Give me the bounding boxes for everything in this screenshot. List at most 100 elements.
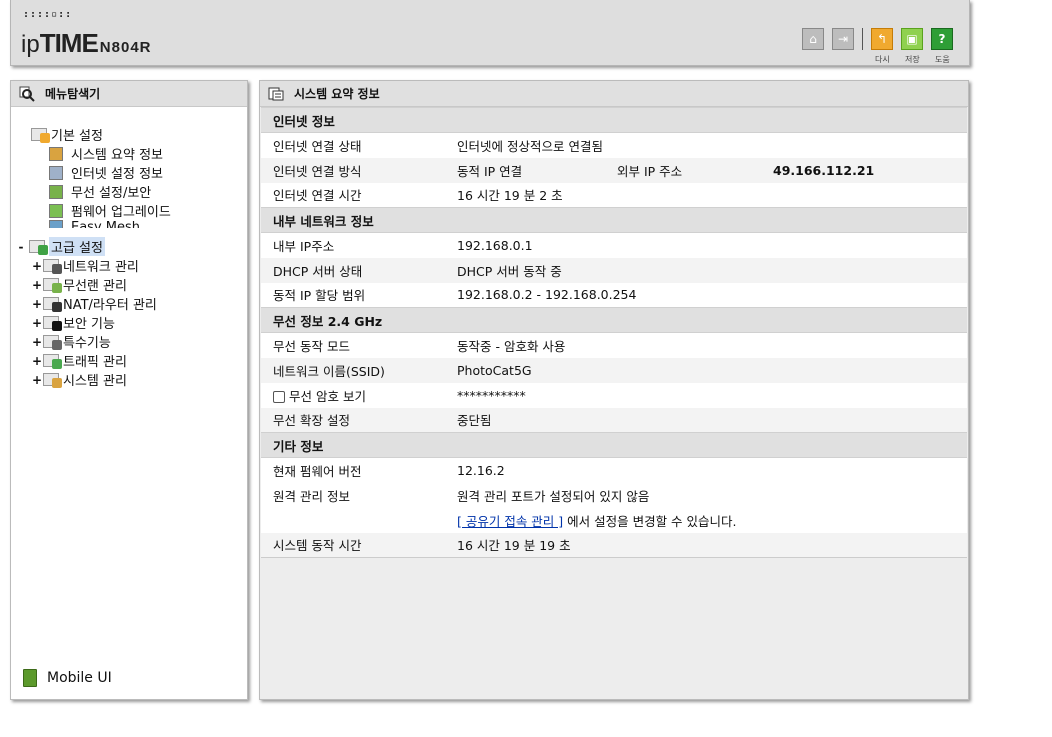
expand-toggle[interactable]: + bbox=[31, 278, 43, 292]
sidebar-item-label: 네트워크 관리 bbox=[63, 260, 139, 275]
section-internet: 인터넷 정보 bbox=[261, 107, 967, 133]
sidebar-item-system[interactable]: + 시스템 관리 bbox=[11, 370, 247, 390]
sidebar-title: 메뉴탐색기 bbox=[45, 87, 101, 101]
sidebar-item-firmware-upgrade[interactable]: 펌웨어 업그레이드 bbox=[11, 201, 247, 220]
top-header: ::::▫:: ipTIME N804R ⌂ ⇥ ↰ 다시 ▣ 저장 ? 도움 bbox=[10, 0, 970, 66]
brand-logo: ipTIME N804R bbox=[21, 28, 152, 59]
save-label: 저장 bbox=[905, 55, 920, 64]
row-value: 중단됨 bbox=[445, 407, 967, 433]
row-value: 동적 IP 연결 bbox=[445, 157, 605, 183]
table-row: 현재 펌웨어 버전 12.16.2 bbox=[261, 457, 967, 483]
undo-icon[interactable]: ↰ bbox=[871, 28, 893, 50]
tree-advanced-settings[interactable]: - 고급 설정 bbox=[11, 237, 247, 256]
row-label-empty bbox=[261, 507, 445, 533]
sidebar-item-security[interactable]: + 보안 기능 bbox=[11, 313, 247, 333]
chart-icon bbox=[49, 146, 63, 161]
tree-basic-label: 기본 설정 bbox=[51, 129, 103, 144]
table-row: 인터넷 연결 시간 16 시간 19 분 2 초 bbox=[261, 182, 967, 208]
lock-icon bbox=[43, 316, 62, 331]
brand-model: N804R bbox=[99, 39, 152, 56]
folder-icon bbox=[31, 128, 50, 143]
sidebar-item-label: 무선 설정/보안 bbox=[71, 186, 152, 201]
help-icon[interactable]: ? bbox=[931, 28, 953, 50]
sidebar-item-nat-router[interactable]: + NAT/라우터 관리 bbox=[11, 294, 247, 314]
section-header: 무선 정보 2.4 GHz bbox=[261, 307, 967, 333]
sidebar-item-special[interactable]: + 특수기능 bbox=[11, 332, 247, 352]
router-icon bbox=[43, 297, 62, 312]
show-password-toggle[interactable]: 무선 암호 보기 bbox=[261, 382, 445, 408]
table-row: 원격 관리 정보 원격 관리 포트가 설정되어 있지 않음 bbox=[261, 482, 967, 508]
sidebar-item-label: 인터넷 설정 정보 bbox=[71, 167, 163, 182]
expand-toggle[interactable]: + bbox=[31, 373, 43, 387]
table-row: 인터넷 연결 상태 인터넷에 정상적으로 연결됨 bbox=[261, 132, 967, 158]
search-icon bbox=[19, 86, 35, 102]
sidebar-item-internet-settings[interactable]: 인터넷 설정 정보 bbox=[11, 163, 247, 182]
row-label: 동적 IP 할당 범위 bbox=[261, 282, 445, 308]
collapse-toggle[interactable]: - bbox=[15, 240, 27, 254]
expand-toggle[interactable]: + bbox=[31, 335, 43, 349]
table-row: [ 공유기 접속 관리 ] 에서 설정을 변경할 수 있습니다. bbox=[261, 507, 967, 533]
expand-toggle[interactable]: + bbox=[31, 259, 43, 273]
section-header: 내부 네트워크 정보 bbox=[261, 207, 967, 233]
sidebar-item-label: 무선랜 관리 bbox=[63, 279, 127, 294]
mobile-icon bbox=[23, 669, 37, 687]
row-value: 16 시간 19 분 2 초 bbox=[445, 182, 967, 208]
table-row: 무선 암호 보기 *********** bbox=[261, 382, 967, 408]
home-icon[interactable]: ⌂ bbox=[802, 28, 824, 50]
row-label: 무선 확장 설정 bbox=[261, 407, 445, 433]
row-value: 192.168.0.2 - 192.168.0.254 bbox=[445, 282, 967, 308]
chart-icon bbox=[43, 373, 62, 388]
help-button[interactable]: ? 도움 bbox=[923, 28, 953, 64]
mobile-ui-label: Mobile UI bbox=[47, 670, 112, 686]
back-button[interactable]: ↰ 다시 bbox=[863, 28, 893, 64]
save-button[interactable]: ▣ 저장 bbox=[893, 28, 923, 64]
sidebar-item-wireless-security[interactable]: 무선 설정/보안 bbox=[11, 182, 247, 201]
summary-table: 인터넷 정보 인터넷 연결 상태 인터넷에 정상적으로 연결됨 인터넷 연결 방… bbox=[261, 107, 967, 558]
show-password-checkbox[interactable] bbox=[273, 391, 285, 403]
row-value: 인터넷에 정상적으로 연결됨 bbox=[445, 132, 967, 158]
sidebar-item-network[interactable]: + 네트워크 관리 bbox=[11, 256, 247, 276]
expand-toggle[interactable]: + bbox=[31, 354, 43, 368]
sidebar-item-traffic[interactable]: + 트래픽 관리 bbox=[11, 351, 247, 371]
sidebar-item-label: NAT/라우터 관리 bbox=[63, 298, 157, 313]
table-row: DHCP 서버 상태 DHCP 서버 동작 중 bbox=[261, 257, 967, 283]
row-value: *********** bbox=[445, 382, 967, 408]
row-label: 인터넷 연결 상태 bbox=[261, 132, 445, 158]
table-row: 동적 IP 할당 범위 192.168.0.2 - 192.168.0.254 bbox=[261, 282, 967, 308]
remote-access-link[interactable]: [ 공유기 접속 관리 ] bbox=[457, 514, 563, 529]
sidebar-item-label: 펌웨어 업그레이드 bbox=[71, 205, 171, 220]
row-value: 192.168.0.1 bbox=[445, 232, 967, 258]
menu-tree: 기본 설정 시스템 요약 정보 인터넷 설정 정보 무선 설정/보안 펌웨어 업… bbox=[11, 125, 247, 389]
row-label: 시스템 동작 시간 bbox=[261, 532, 445, 558]
sidebar-item-label: 트래픽 관리 bbox=[63, 355, 127, 370]
sidebar-header: 메뉴탐색기 bbox=[11, 81, 247, 107]
brand-time: TIME bbox=[39, 28, 99, 58]
sidebar-item-label: 특수기능 bbox=[63, 336, 111, 351]
mobile-ui-link[interactable]: Mobile UI bbox=[23, 669, 112, 687]
sidebar-item-system-summary[interactable]: 시스템 요약 정보 bbox=[11, 144, 247, 163]
row-label: DHCP 서버 상태 bbox=[261, 257, 445, 283]
sidebar-item-easy-mesh[interactable]: Easy Mesh bbox=[11, 220, 247, 228]
upgrade-icon bbox=[49, 203, 63, 218]
mesh-icon bbox=[49, 220, 63, 228]
row-value: PhotoCat5G bbox=[445, 357, 967, 383]
row-label: 인터넷 연결 방식 bbox=[261, 157, 445, 183]
sidebar-item-label: Easy Mesh bbox=[71, 220, 141, 228]
save-icon[interactable]: ▣ bbox=[901, 28, 923, 50]
logo-dots: ::::▫:: bbox=[23, 9, 73, 20]
expand-toggle[interactable]: + bbox=[31, 297, 43, 311]
expand-toggle[interactable]: + bbox=[31, 316, 43, 330]
monitor-icon bbox=[49, 165, 63, 180]
summary-icon bbox=[268, 86, 284, 102]
row-label: 내부 IP주소 bbox=[261, 232, 445, 258]
section-header: 인터넷 정보 bbox=[261, 107, 967, 133]
sidebar-item-wlan[interactable]: + 무선랜 관리 bbox=[11, 275, 247, 295]
section-etc: 기타 정보 bbox=[261, 432, 967, 458]
section-header: 기타 정보 bbox=[261, 432, 967, 458]
logout-icon[interactable]: ⇥ bbox=[832, 28, 854, 50]
main-title: 시스템 요약 정보 bbox=[294, 87, 380, 101]
tree-basic-settings[interactable]: 기본 설정 bbox=[11, 125, 247, 144]
row-label: 네트워크 이름(SSID) bbox=[261, 357, 445, 383]
sidebar-item-label: 보안 기능 bbox=[63, 317, 115, 332]
row-value: 12.16.2 bbox=[445, 457, 967, 483]
